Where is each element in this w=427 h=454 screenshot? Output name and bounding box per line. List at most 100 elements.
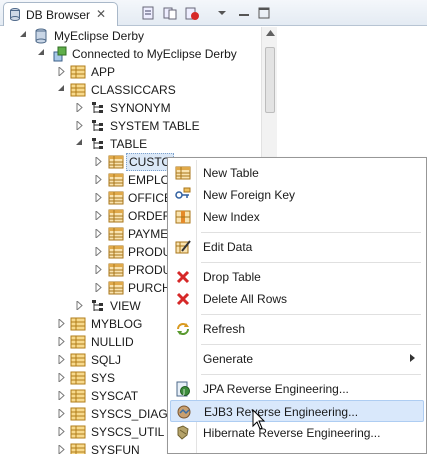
table-icon bbox=[108, 208, 124, 224]
menu-item-refresh[interactable]: Refresh bbox=[170, 318, 424, 340]
collapsed-arrow-icon[interactable] bbox=[58, 67, 67, 76]
menu-item-label: Drop Table bbox=[203, 270, 261, 284]
db-browser-icon bbox=[10, 8, 20, 21]
tree-node-label: PRODU bbox=[128, 245, 172, 259]
folder-tree-icon bbox=[90, 136, 106, 152]
tree-node-label: PURCH bbox=[128, 281, 171, 295]
close-icon[interactable]: ✕ bbox=[96, 7, 106, 21]
foreign-key-icon bbox=[175, 187, 191, 203]
collapsed-arrow-icon[interactable] bbox=[95, 283, 104, 292]
minimize-icon[interactable] bbox=[236, 5, 252, 21]
menu-item-label: Hibernate Reverse Engineering... bbox=[203, 426, 381, 440]
table-icon bbox=[108, 172, 124, 188]
tree-node-label: SYSTEM TABLE bbox=[110, 119, 200, 133]
menu-item-label: Generate bbox=[203, 352, 254, 366]
tree-node-label: SYSCS_DIAG bbox=[91, 407, 168, 421]
menu-item-hibernate-reverse-engineering[interactable]: Hibernate Reverse Engineering... bbox=[170, 422, 424, 444]
index-icon bbox=[175, 209, 191, 225]
table-icon bbox=[108, 262, 124, 278]
tree-node-label: OFFICE bbox=[128, 191, 172, 205]
menu-item-label: Edit Data bbox=[203, 240, 253, 254]
tree-node-label: SYNONYM bbox=[110, 101, 171, 115]
expanded-arrow-icon[interactable] bbox=[20, 31, 29, 40]
menu-item-label: New Index bbox=[203, 210, 260, 224]
tree-node-label: EMPLO bbox=[128, 173, 171, 187]
collapse-all-icon[interactable] bbox=[140, 5, 156, 21]
tab-title: DB Browser bbox=[26, 8, 91, 22]
collapsed-arrow-icon[interactable] bbox=[58, 373, 67, 382]
scroll-up-icon[interactable] bbox=[266, 30, 275, 36]
collapsed-arrow-icon[interactable] bbox=[95, 157, 104, 166]
menu-item-label: Delete All Rows bbox=[203, 292, 288, 306]
tree-node-label: CLASSICCARS bbox=[91, 83, 176, 97]
collapsed-arrow-icon[interactable] bbox=[58, 409, 67, 418]
menu-item-new-index[interactable]: New Index bbox=[170, 206, 424, 228]
collapsed-arrow-icon[interactable] bbox=[95, 175, 104, 184]
tree-node-label: SYSFUN bbox=[91, 443, 140, 454]
table-icon bbox=[108, 280, 124, 296]
schema-icon bbox=[70, 64, 86, 80]
schema-icon bbox=[70, 334, 86, 350]
tree-node-label: PRODU bbox=[128, 263, 172, 277]
collapsed-arrow-icon[interactable] bbox=[76, 121, 85, 130]
schema-icon bbox=[70, 352, 86, 368]
folder-tree-icon bbox=[90, 118, 106, 134]
table-icon bbox=[108, 154, 124, 170]
menu-item-label: JPA Reverse Engineering... bbox=[203, 382, 349, 396]
collapsed-arrow-icon[interactable] bbox=[58, 427, 67, 436]
collapsed-arrow-icon[interactable] bbox=[95, 229, 104, 238]
menu-item-edit-data[interactable]: Edit Data bbox=[170, 236, 424, 258]
collapsed-arrow-icon[interactable] bbox=[58, 319, 67, 328]
collapsed-arrow-icon[interactable] bbox=[58, 355, 67, 364]
tree-node-label: TABLE bbox=[110, 137, 148, 151]
collapsed-arrow-icon[interactable] bbox=[95, 247, 104, 256]
submenu-arrow-icon bbox=[410, 354, 415, 362]
table-icon bbox=[175, 165, 191, 181]
collapsed-arrow-icon[interactable] bbox=[76, 301, 85, 310]
collapsed-arrow-icon[interactable] bbox=[95, 265, 104, 274]
menu-item-ejb3-reverse-engineering[interactable]: EJB3 Reverse Engineering... bbox=[170, 400, 424, 422]
link-editor-icon[interactable] bbox=[162, 5, 178, 21]
menu-item-label: New Table bbox=[203, 166, 259, 180]
menu-separator bbox=[201, 314, 421, 315]
schema-icon bbox=[70, 82, 86, 98]
hibernate-icon bbox=[175, 425, 191, 441]
expanded-arrow-icon[interactable] bbox=[38, 49, 47, 58]
menu-item-drop-table[interactable]: Drop Table bbox=[170, 266, 424, 288]
collapsed-arrow-icon[interactable] bbox=[95, 193, 104, 202]
expanded-arrow-icon[interactable] bbox=[58, 85, 67, 94]
menu-item-label: EJB3 Reverse Engineering... bbox=[204, 405, 359, 419]
schema-icon bbox=[70, 424, 86, 440]
maximize-icon[interactable] bbox=[256, 5, 272, 21]
schema-icon bbox=[70, 370, 86, 386]
expanded-arrow-icon[interactable] bbox=[76, 139, 85, 148]
menu-item-generate[interactable]: Generate bbox=[170, 348, 424, 370]
menu-separator bbox=[201, 262, 421, 263]
collapsed-arrow-icon[interactable] bbox=[58, 391, 67, 400]
jpa-icon: J bbox=[175, 381, 191, 397]
drop-icon bbox=[175, 269, 191, 285]
delete-icon bbox=[175, 291, 191, 307]
tree-node-label: NULLID bbox=[91, 335, 134, 349]
table-icon bbox=[108, 244, 124, 260]
schema-icon bbox=[70, 316, 86, 332]
view-menu-icon[interactable] bbox=[214, 5, 230, 21]
menu-item-new-table[interactable]: New Table bbox=[170, 162, 424, 184]
table-icon bbox=[108, 226, 124, 242]
collapsed-arrow-icon[interactable] bbox=[95, 211, 104, 220]
menu-item-new-foreign-key[interactable]: New Foreign Key bbox=[170, 184, 424, 206]
collapsed-arrow-icon[interactable] bbox=[76, 103, 85, 112]
collapsed-arrow-icon[interactable] bbox=[58, 337, 67, 346]
svg-text:J: J bbox=[182, 388, 185, 396]
schema-icon bbox=[70, 388, 86, 404]
schema-icon bbox=[70, 406, 86, 422]
scrollbar-thumb[interactable] bbox=[265, 47, 275, 113]
disconnect-icon[interactable] bbox=[184, 5, 200, 21]
menu-item-label: New Foreign Key bbox=[203, 188, 296, 202]
menu-item-delete-all-rows[interactable]: Delete All Rows bbox=[170, 288, 424, 310]
menu-item-jpa-reverse-engineering[interactable]: J JPA Reverse Engineering... bbox=[170, 378, 424, 400]
tree-node-label: MYBLOG bbox=[91, 317, 143, 331]
db-browser-tab[interactable]: DB Browser ✕ bbox=[3, 2, 118, 26]
collapsed-arrow-icon[interactable] bbox=[58, 445, 67, 454]
connection-icon bbox=[52, 46, 68, 62]
